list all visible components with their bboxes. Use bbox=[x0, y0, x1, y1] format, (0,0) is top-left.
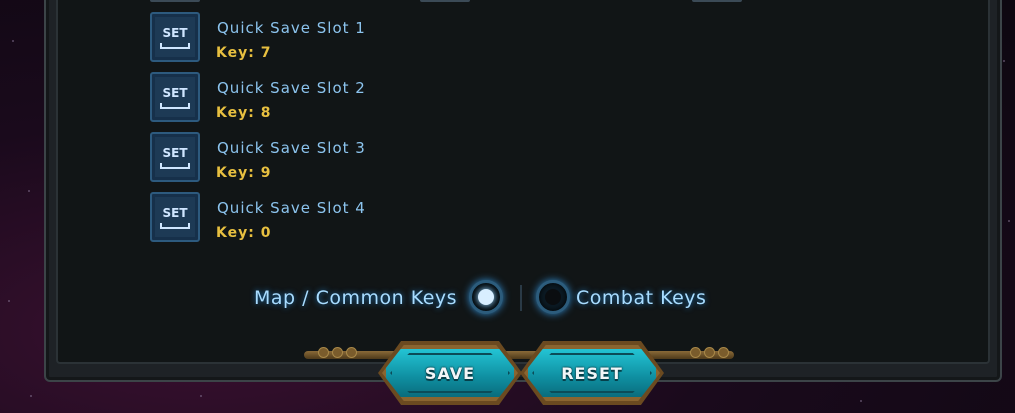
slot-name: Quick Save Slot 2 bbox=[217, 79, 366, 97]
underline-bracket-icon bbox=[160, 103, 190, 109]
set-key-button[interactable]: SET bbox=[150, 192, 200, 242]
slot-key-binding: Key: 0 bbox=[216, 225, 272, 241]
quick-save-slot-row: SET Quick Save Slot 4 Key: 0 bbox=[150, 192, 510, 244]
save-button-label: SAVE bbox=[424, 363, 476, 383]
combat-keys-label: Combat Keys bbox=[576, 287, 707, 309]
rail-rivet-icon bbox=[346, 347, 357, 358]
cut-off-row-element bbox=[150, 0, 200, 2]
slot-key-binding: Key: 7 bbox=[216, 45, 272, 61]
rail-rivet-icon bbox=[332, 347, 343, 358]
slot-key-binding: Key: 8 bbox=[216, 105, 272, 121]
rail-rivet-icon bbox=[704, 347, 715, 358]
quick-save-slot-row: SET Quick Save Slot 2 Key: 8 bbox=[150, 72, 510, 124]
slot-name: Quick Save Slot 4 bbox=[217, 199, 366, 217]
save-button[interactable]: SAVE bbox=[382, 345, 518, 401]
cut-off-row-element bbox=[420, 0, 470, 2]
underline-bracket-icon bbox=[160, 163, 190, 169]
underline-bracket-icon bbox=[160, 223, 190, 229]
set-key-button[interactable]: SET bbox=[150, 12, 200, 62]
set-button-label: SET bbox=[162, 206, 188, 220]
cut-off-row-element bbox=[692, 0, 742, 2]
reset-button-label: RESET bbox=[561, 363, 623, 383]
set-button-label: SET bbox=[162, 26, 188, 40]
rail-rivet-icon bbox=[318, 347, 329, 358]
set-button-label: SET bbox=[162, 146, 188, 160]
key-mode-selector: Map / Common Keys Combat Keys bbox=[250, 279, 730, 317]
map-common-keys-radio[interactable] bbox=[469, 280, 503, 314]
radio-empty-icon bbox=[545, 289, 561, 305]
set-key-button[interactable]: SET bbox=[150, 132, 200, 182]
slot-name: Quick Save Slot 1 bbox=[217, 19, 366, 37]
set-key-button[interactable]: SET bbox=[150, 72, 200, 122]
radio-selected-dot-icon bbox=[478, 289, 494, 305]
rail-rivet-icon bbox=[690, 347, 701, 358]
slot-name: Quick Save Slot 3 bbox=[217, 139, 366, 157]
underline-bracket-icon bbox=[160, 43, 190, 49]
rail-rivet-icon bbox=[718, 347, 729, 358]
bottom-brass-rail bbox=[304, 351, 734, 359]
slot-key-binding: Key: 9 bbox=[216, 165, 272, 181]
set-button-label: SET bbox=[162, 86, 188, 100]
quick-save-slot-row: SET Quick Save Slot 3 Key: 9 bbox=[150, 132, 510, 184]
reset-button[interactable]: RESET bbox=[524, 345, 660, 401]
combat-keys-radio[interactable] bbox=[536, 280, 570, 314]
map-common-keys-label: Map / Common Keys bbox=[254, 287, 458, 309]
quick-save-slot-row: SET Quick Save Slot 1 Key: 7 bbox=[150, 12, 510, 64]
mode-divider bbox=[520, 285, 522, 311]
